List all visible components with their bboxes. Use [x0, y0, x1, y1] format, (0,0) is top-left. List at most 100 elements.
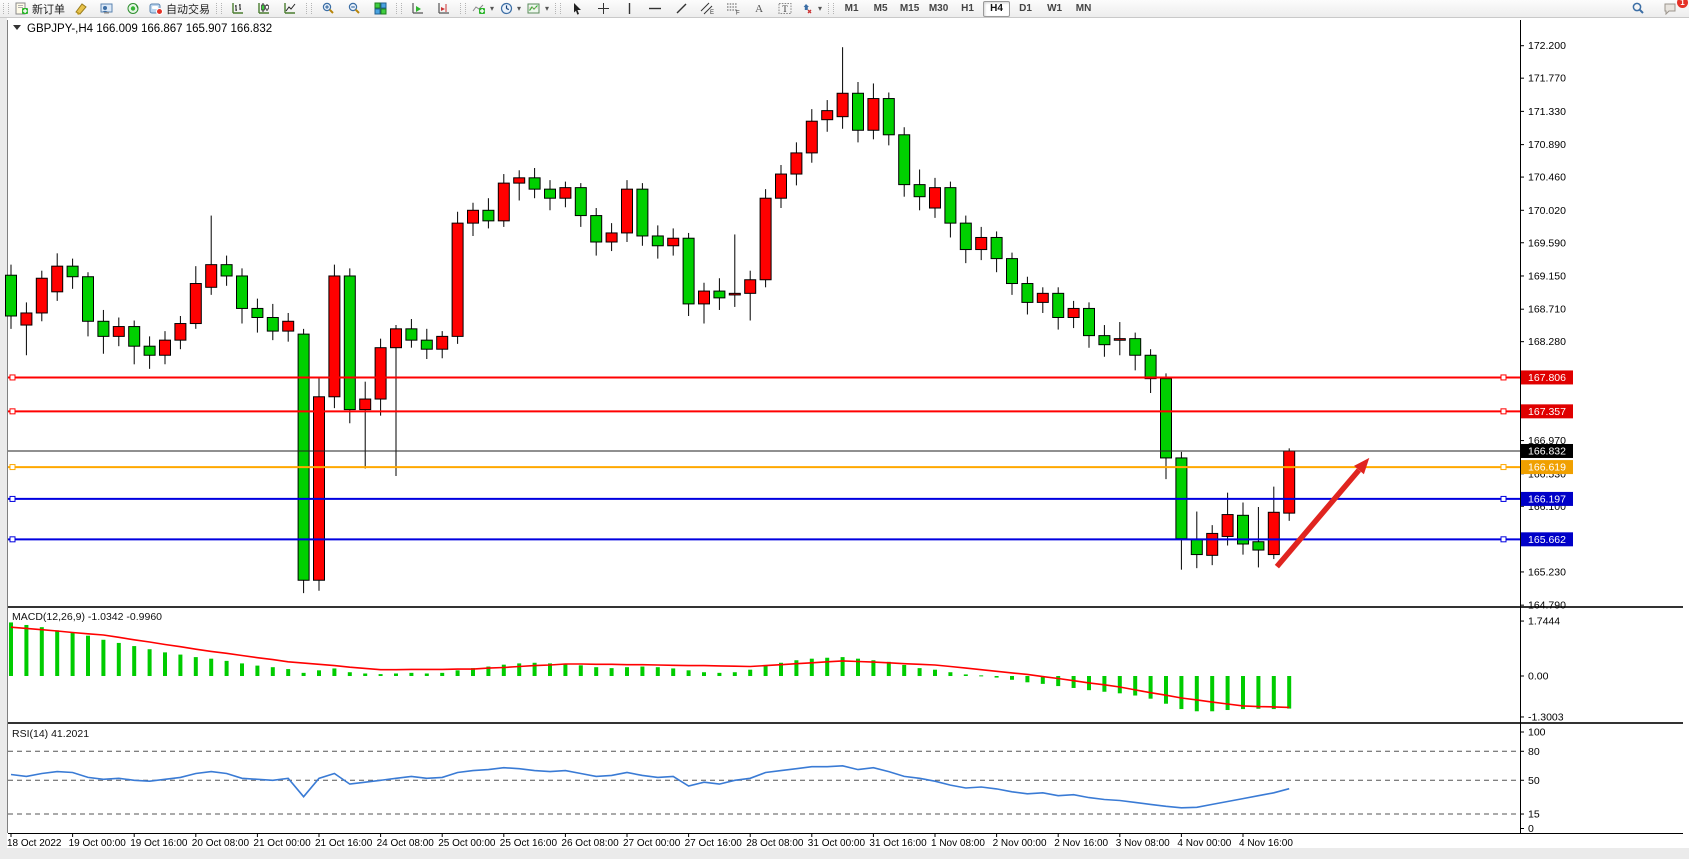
- zoom-out-button[interactable]: [341, 0, 367, 17]
- chart-shift-icon: [438, 2, 451, 15]
- svg-text:27 Oct 00:00: 27 Oct 00:00: [623, 838, 681, 849]
- tab-timeframe-m30[interactable]: M30: [925, 1, 952, 17]
- terminal-button[interactable]: [94, 0, 120, 17]
- templates-button[interactable]: ▾: [524, 0, 552, 17]
- svg-text:80: 80: [1528, 746, 1540, 758]
- toolbar-grip: [306, 3, 312, 14]
- tab-timeframe-w1[interactable]: W1: [1041, 1, 1068, 17]
- svg-text:T: T: [782, 4, 788, 14]
- dropdown-caret: ▾: [490, 4, 494, 13]
- toolbar-grip: [828, 3, 834, 14]
- bar-chart-button[interactable]: [225, 0, 251, 17]
- trendline-tool-button[interactable]: [668, 0, 694, 17]
- svg-text:167.806: 167.806: [1528, 372, 1566, 384]
- search-icon: [1631, 2, 1645, 15]
- indicators-button[interactable]: ▾: [469, 0, 497, 17]
- dropdown-caret: ▾: [517, 4, 521, 13]
- svg-text:165.662: 165.662: [1528, 534, 1566, 546]
- cursor-tool-button[interactable]: [564, 0, 590, 17]
- svg-text:1 Nov 08:00: 1 Nov 08:00: [931, 838, 985, 849]
- tile-windows-button[interactable]: [367, 0, 393, 17]
- arrows-tool-button[interactable]: ▾: [798, 0, 825, 17]
- svg-text:25 Oct 00:00: 25 Oct 00:00: [438, 838, 496, 849]
- autotrading-icon: [149, 2, 163, 15]
- svg-text:168.280: 168.280: [1528, 336, 1566, 348]
- svg-text:0.00: 0.00: [1528, 671, 1549, 683]
- tab-timeframe-m15[interactable]: M15: [896, 1, 923, 17]
- svg-text:MACD(12,26,9) -1.0342 -0.9960: MACD(12,26,9) -1.0342 -0.9960: [12, 611, 162, 623]
- auto-trading-button[interactable]: 自动交易: [146, 0, 213, 17]
- cursor-icon: [572, 2, 583, 15]
- svg-text:25 Oct 16:00: 25 Oct 16:00: [500, 838, 558, 849]
- svg-text:166.832: 166.832: [1528, 445, 1566, 457]
- dropdown-caret: ▾: [818, 4, 822, 13]
- terminal-icon: [100, 2, 114, 15]
- toolbar-grip: [555, 3, 561, 14]
- indicators-icon: [472, 2, 486, 15]
- tab-timeframe-h4[interactable]: H4: [983, 1, 1010, 17]
- auto-trading-label: 自动交易: [166, 1, 210, 17]
- tab-timeframe-m1[interactable]: M1: [838, 1, 865, 17]
- svg-text:3 Nov 08:00: 3 Nov 08:00: [1116, 838, 1170, 849]
- toolbar-grip: [460, 3, 466, 14]
- chart-canvas[interactable]: 172.200171.770171.330170.890170.460170.0…: [0, 0, 1689, 859]
- panel-separator: [8, 722, 1683, 724]
- svg-text:169.590: 169.590: [1528, 237, 1566, 249]
- notification-badge: 1: [1677, 0, 1688, 8]
- panel-separator: [8, 606, 1683, 608]
- new-order-label: 新订单: [32, 1, 65, 17]
- text-label-icon: T: [778, 2, 792, 15]
- periods-button[interactable]: ▾: [497, 0, 524, 17]
- svg-text:170.460: 170.460: [1528, 172, 1566, 184]
- svg-text:E: E: [710, 10, 714, 15]
- chart-shift-button[interactable]: [431, 0, 457, 17]
- svg-text:167.357: 167.357: [1528, 406, 1566, 418]
- svg-text:21 Oct 00:00: 21 Oct 00:00: [253, 838, 311, 849]
- text-tool-button[interactable]: A: [746, 0, 772, 17]
- fibonacci-tool-button[interactable]: F: [720, 0, 746, 17]
- text-label-tool-button[interactable]: T: [772, 0, 798, 17]
- channel-icon: E: [700, 2, 715, 15]
- notifications-button[interactable]: 1: [1657, 0, 1683, 17]
- svg-text:165.230: 165.230: [1528, 566, 1566, 578]
- crosshair-icon: [597, 2, 610, 15]
- svg-text:RSI(14) 41.2021: RSI(14) 41.2021: [12, 728, 89, 740]
- tab-timeframe-m5[interactable]: M5: [867, 1, 894, 17]
- vertical-line-tool-button[interactable]: [616, 0, 642, 17]
- profiles-button[interactable]: [68, 0, 94, 17]
- tab-timeframe-h1[interactable]: H1: [954, 1, 981, 17]
- svg-text:166.197: 166.197: [1528, 493, 1566, 505]
- svg-text:2 Nov 00:00: 2 Nov 00:00: [993, 838, 1047, 849]
- svg-text:19 Oct 16:00: 19 Oct 16:00: [130, 838, 188, 849]
- strategy-tester-button[interactable]: [120, 0, 146, 17]
- svg-text:171.770: 171.770: [1528, 73, 1566, 85]
- line-chart-icon: [284, 2, 297, 15]
- channel-tool-button[interactable]: E: [694, 0, 720, 17]
- auto-scroll-button[interactable]: [405, 0, 431, 17]
- line-chart-button[interactable]: [277, 0, 303, 17]
- svg-text:15: 15: [1528, 809, 1540, 821]
- tab-timeframe-d1[interactable]: D1: [1012, 1, 1039, 17]
- new-order-button[interactable]: 新订单: [12, 0, 68, 17]
- zoom-in-icon: [321, 2, 335, 15]
- svg-text:24 Oct 08:00: 24 Oct 08:00: [377, 838, 435, 849]
- trendline-icon: [675, 2, 688, 15]
- svg-text:F: F: [736, 11, 740, 16]
- svg-text:1.7444: 1.7444: [1528, 616, 1560, 628]
- crosshair-tool-button[interactable]: [590, 0, 616, 17]
- terminal-window: 新订单 自动交易: [0, 0, 1689, 859]
- dropdown-caret: ▾: [545, 4, 549, 13]
- horizontal-line-tool-button[interactable]: [642, 0, 668, 17]
- tab-timeframe-mn[interactable]: MN: [1070, 1, 1097, 17]
- svg-text:166.619: 166.619: [1528, 462, 1566, 474]
- zoom-in-button[interactable]: [315, 0, 341, 17]
- svg-text:-1.3003: -1.3003: [1528, 711, 1564, 723]
- svg-text:28 Oct 08:00: 28 Oct 08:00: [746, 838, 804, 849]
- arrows-icon: [801, 2, 814, 15]
- candlestick-chart-button[interactable]: [251, 0, 277, 17]
- zoom-out-icon: [347, 2, 361, 15]
- chart-title: GBPJPY-,H4 166.009 166.867 165.907 166.8…: [13, 23, 272, 35]
- toolbar-grip: [396, 3, 402, 14]
- search-button[interactable]: [1625, 0, 1651, 17]
- svg-text:170.890: 170.890: [1528, 139, 1566, 151]
